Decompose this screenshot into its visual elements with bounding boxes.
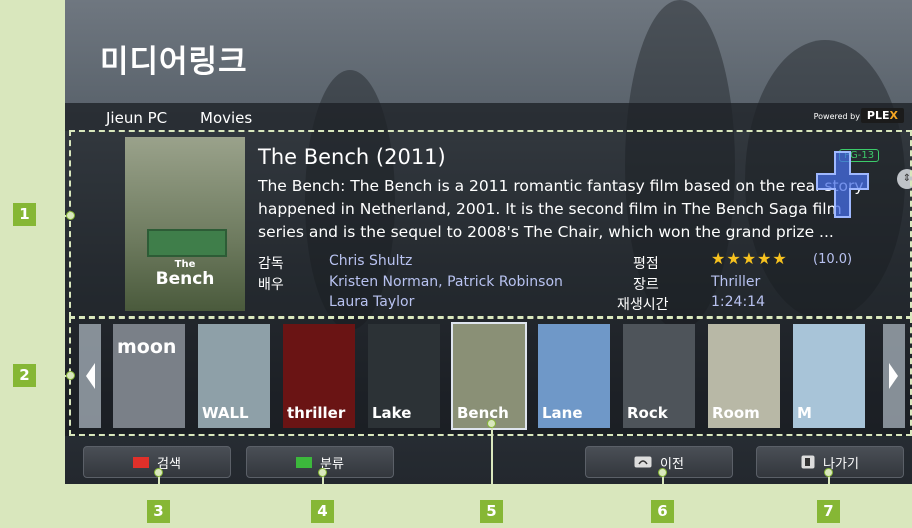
exit-icon: [801, 455, 815, 469]
callout-dot: [318, 468, 327, 477]
callout-dot: [154, 468, 163, 477]
callout-dot: [66, 371, 75, 380]
callout-dot: [66, 211, 75, 220]
breadcrumb-source[interactable]: Jieun PC: [106, 109, 167, 127]
breadcrumb-category[interactable]: Movies: [200, 109, 252, 127]
breadcrumb: Jieun PC Movies Powered by PLEX: [65, 103, 912, 131]
green-key-icon: [296, 456, 313, 468]
callout-dot: [658, 468, 667, 477]
callout-2: 2: [13, 364, 36, 387]
plex-logo: PLEX: [860, 108, 904, 123]
info-area-outline: [69, 130, 912, 318]
back-icon: [634, 456, 652, 468]
callout-dot: [824, 468, 833, 477]
powered-by-text: Powered by: [813, 112, 860, 121]
callout-line: [491, 423, 493, 502]
app-title: 미디어링크: [100, 44, 248, 80]
button-bar: 검색 분류 이전 나가기: [65, 440, 912, 484]
callout-4: 4: [311, 500, 334, 523]
callout-5: 5: [480, 500, 503, 523]
red-key-icon: [133, 456, 150, 468]
callout-3: 3: [147, 500, 170, 523]
callout-7: 7: [817, 500, 840, 523]
callout-dot: [487, 419, 496, 428]
callout-1: 1: [13, 203, 36, 226]
callout-6: 6: [651, 500, 674, 523]
